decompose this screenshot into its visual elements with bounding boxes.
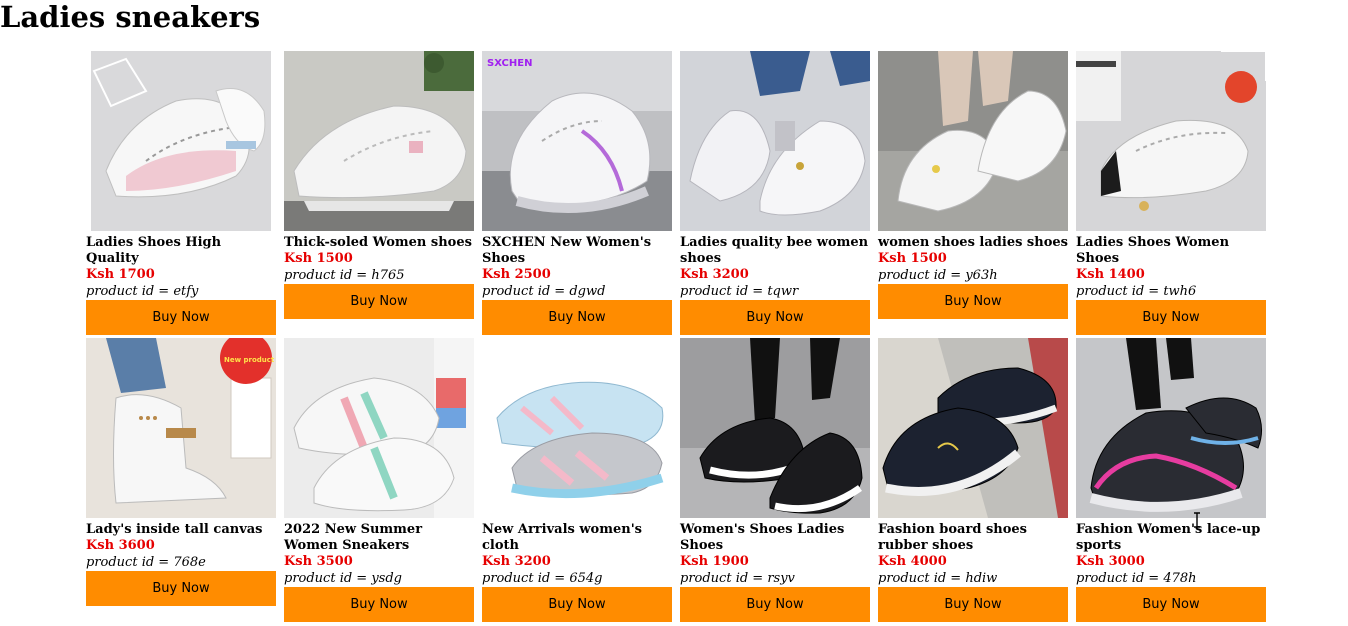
product-id: product id = dgwd	[482, 284, 606, 299]
product-image[interactable]	[284, 338, 474, 518]
product-id: product id = h765	[284, 268, 405, 283]
product-card: New product Lady's inside tall canvas Ks…	[86, 338, 276, 606]
product-image[interactable]	[878, 51, 1068, 231]
black-white-sneaker-image	[680, 338, 870, 518]
product-id: product id = twh6	[1076, 284, 1197, 299]
product-image[interactable]	[86, 51, 276, 231]
product-card: 2022 New Summer Women Sneakers Ksh 3500 …	[284, 338, 474, 622]
new-product-badge: New product	[224, 356, 275, 364]
product-name[interactable]: Women's Shoes Ladies Shoes	[680, 522, 870, 554]
buy-now-button[interactable]: Buy Now	[482, 587, 672, 622]
product-name[interactable]: Ladies quality bee women shoes	[680, 235, 870, 267]
product-card: Fashion board shoes rubber shoes Ksh 400…	[878, 338, 1068, 622]
product-image[interactable]	[878, 338, 1068, 518]
product-image[interactable]	[1076, 338, 1266, 518]
product-card: Ladies Shoes High Quality Ksh 1700 produ…	[86, 51, 276, 335]
product-card: women shoes ladies shoes Ksh 1500 produc…	[878, 51, 1068, 319]
product-image[interactable]	[284, 51, 474, 231]
product-name[interactable]: Fashion board shoes rubber shoes	[878, 522, 1068, 554]
product-price: Ksh 3000	[1076, 554, 1145, 569]
buy-now-button[interactable]: Buy Now	[1076, 300, 1266, 335]
product-id: product id = hdiw	[878, 571, 998, 586]
product-row: Ladies Shoes High Quality Ksh 1700 produ…	[86, 51, 1266, 335]
buy-now-button[interactable]: Buy Now	[680, 300, 870, 335]
buy-now-button[interactable]: Buy Now	[680, 587, 870, 622]
product-id: product id = 654g	[482, 571, 603, 586]
product-id: product id = 478h	[1076, 571, 1197, 586]
product-row: New product Lady's inside tall canvas Ks…	[86, 338, 1266, 622]
product-name[interactable]: Ladies Shoes Women Shoes	[1076, 235, 1266, 267]
product-price: Ksh 3600	[86, 538, 155, 553]
white-high-top-sneaker-image: New product	[86, 338, 276, 518]
product-price: Ksh 1700	[86, 267, 155, 282]
product-id: product id = etfy	[86, 284, 199, 299]
black-pink-sport-sneaker-image	[1076, 338, 1266, 518]
buy-now-button[interactable]: Buy Now	[86, 571, 276, 606]
product-image[interactable]: New product	[86, 338, 276, 518]
product-card: Thick-soled Women shoes Ksh 1500 product…	[284, 51, 474, 319]
product-image[interactable]	[1076, 51, 1266, 231]
product-name[interactable]: women shoes ladies shoes	[878, 235, 1068, 251]
product-id: product id = 768e	[86, 555, 206, 570]
buy-now-button[interactable]: Buy Now	[1076, 587, 1266, 622]
page-title: Ladies sneakers	[0, 0, 261, 34]
text-cursor-icon	[1194, 512, 1200, 528]
buy-now-button[interactable]: Buy Now	[878, 284, 1068, 319]
product-card: New Arrivals women's cloth Ksh 3200 prod…	[482, 338, 672, 622]
product-price: Ksh 1500	[878, 251, 947, 266]
product-id: product id = tqwr	[680, 284, 799, 299]
product-id: product id = rsyv	[680, 571, 795, 586]
product-card: SXCHEN SXCHEN New Women's Shoes Ksh 2500…	[482, 51, 672, 335]
buy-now-button[interactable]: Buy Now	[284, 587, 474, 622]
brand-logo: SXCHEN	[487, 58, 532, 69]
product-grid: Ladies Shoes High Quality Ksh 1700 produ…	[86, 51, 1266, 625]
white-sneaker-pair-image	[284, 51, 474, 231]
buy-now-button[interactable]: Buy Now	[878, 587, 1068, 622]
product-card: Ladies Shoes Women Shoes Ksh 1400 produc…	[1076, 51, 1266, 335]
product-name[interactable]: Fashion Women's lace-up sports	[1076, 522, 1266, 554]
product-image[interactable]	[680, 51, 870, 231]
product-price: Ksh 2500	[482, 267, 551, 282]
blue-pink-air-sneaker-image	[482, 338, 672, 518]
product-card: Women's Shoes Ladies Shoes Ksh 1900 prod…	[680, 338, 870, 622]
product-image[interactable]: SXCHEN	[482, 51, 672, 231]
product-price: Ksh 3500	[284, 554, 353, 569]
pastel-stripe-sneaker-image	[284, 338, 474, 518]
product-price: Ksh 1400	[1076, 267, 1145, 282]
product-price: Ksh 3200	[680, 267, 749, 282]
buy-now-button[interactable]: Buy Now	[284, 284, 474, 319]
buy-now-button[interactable]: Buy Now	[482, 300, 672, 335]
white-black-heel-sneaker-image	[1076, 51, 1266, 231]
product-price: Ksh 4000	[878, 554, 947, 569]
product-name[interactable]: Thick-soled Women shoes	[284, 235, 474, 251]
product-name[interactable]: 2022 New Summer Women Sneakers	[284, 522, 474, 554]
product-price: Ksh 1900	[680, 554, 749, 569]
product-name[interactable]: New Arrivals women's cloth	[482, 522, 672, 554]
product-card: Fashion Women's lace-up sports Ksh 3000 …	[1076, 338, 1266, 622]
product-name[interactable]: Ladies Shoes High Quality	[86, 235, 276, 267]
product-id: product id = ysdg	[284, 571, 402, 586]
product-name[interactable]: Lady's inside tall canvas	[86, 522, 276, 538]
product-id: product id = y63h	[878, 268, 998, 283]
white-bee-sneaker-image	[680, 51, 870, 231]
product-card: Ladies quality bee women shoes Ksh 3200 …	[680, 51, 870, 335]
product-image[interactable]	[482, 338, 672, 518]
white-chunky-sneaker-image: SXCHEN	[482, 51, 672, 231]
product-price: Ksh 3200	[482, 554, 551, 569]
product-name[interactable]: SXCHEN New Women's Shoes	[482, 235, 672, 267]
white-pink-sneaker-image	[86, 51, 276, 231]
product-price: Ksh 1500	[284, 251, 353, 266]
product-image[interactable]	[680, 338, 870, 518]
buy-now-button[interactable]: Buy Now	[86, 300, 276, 335]
black-canvas-sneaker-image	[878, 338, 1068, 518]
white-worn-sneaker-image	[878, 51, 1068, 231]
